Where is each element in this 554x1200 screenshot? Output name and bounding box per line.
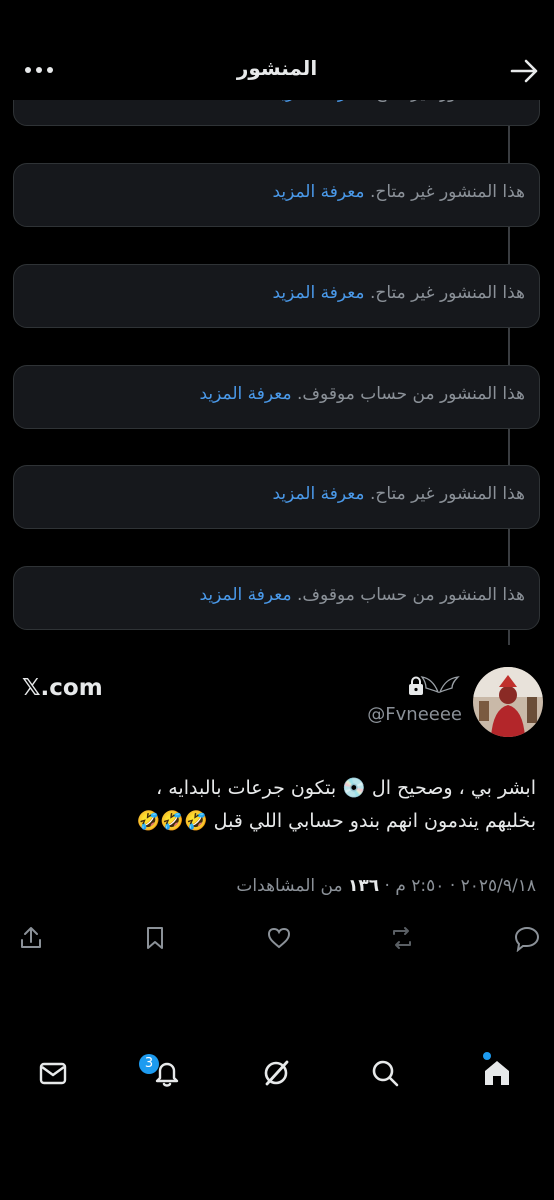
suspended-post-card[interactable]: هذا المنشور من حساب موقوف. معرفة المزيد [13, 566, 540, 630]
card-message: هذا المنشور غير متاح. [369, 283, 525, 303]
learn-more-link[interactable]: معرفة المزيد [200, 585, 292, 605]
like-icon[interactable] [265, 924, 293, 952]
card-message: هذا المنشور من حساب موقوف. [297, 384, 525, 404]
search-icon[interactable] [370, 1058, 400, 1088]
suspended-post-card[interactable]: هذا المنشور من حساب موقوف. معرفة المزيد [13, 365, 540, 429]
learn-more-link[interactable]: معرفة المزيد [272, 484, 364, 504]
tweet-line: بخليهم يندمون انهم بندو حسابي اللي قبل 🤣… [136, 810, 536, 832]
lock-icon [407, 676, 425, 696]
card-message: هذا المنشور غير متاح. [369, 484, 525, 504]
wings-icon [420, 676, 460, 694]
page-title: المنشور [236, 56, 318, 80]
home-icon[interactable] [482, 1058, 512, 1088]
more-options-icon[interactable] [24, 62, 54, 78]
tweet-meta: ٢٠٢٥/٩/١٨ · ٢:٥٠ م · ١٣٦ من المشاهدات [236, 876, 536, 896]
grok-icon[interactable] [261, 1058, 291, 1088]
tweet-text: ابشر بي ، وصحيح ال 💿 بتكون جرعات بالبداي… [16, 772, 536, 838]
source-label: 𝕏.com [22, 675, 103, 701]
back-arrow-icon[interactable] [508, 56, 542, 86]
tweet-date: ٢٠٢٥/٩/١٨ [460, 876, 536, 896]
learn-more-link[interactable]: معرفة المزيد [200, 384, 292, 404]
tweet-time: ٢:٥٠ م [395, 876, 445, 896]
share-icon[interactable] [17, 924, 45, 952]
unavailable-post-card[interactable]: هذا المنشور غير متاح. معرفة المزيد [13, 163, 540, 227]
views-label: من المشاهدات [236, 876, 343, 896]
top-header [0, 0, 554, 100]
learn-more-link[interactable]: معرفة المزيد [272, 182, 364, 202]
separator: · [384, 876, 390, 896]
views-count[interactable]: ١٣٦ [348, 876, 379, 896]
card-message: هذا المنشور من حساب موقوف. [297, 585, 525, 605]
separator: · [449, 876, 456, 896]
unavailable-post-card[interactable]: هذا المنشور غير متاح. معرفة المزيد [13, 465, 540, 529]
card-message: هذا المنشور غير متاح. [369, 182, 525, 202]
unavailable-post-card[interactable]: هذا المنشور غير متاح. معرفة المزيد [13, 264, 540, 328]
learn-more-link[interactable]: معرفة المزيد [272, 283, 364, 303]
reply-icon[interactable] [513, 924, 541, 953]
user-handle[interactable]: @Fvneeee [367, 704, 462, 725]
repost-icon[interactable] [388, 924, 416, 952]
messages-icon[interactable] [38, 1058, 68, 1088]
avatar[interactable] [473, 667, 543, 737]
notifications-badge: 3 [139, 1054, 159, 1074]
bookmark-icon[interactable] [141, 924, 169, 952]
tweet-line: ابشر بي ، وصحيح ال 💿 بتكون جرعات بالبداي… [156, 777, 536, 799]
